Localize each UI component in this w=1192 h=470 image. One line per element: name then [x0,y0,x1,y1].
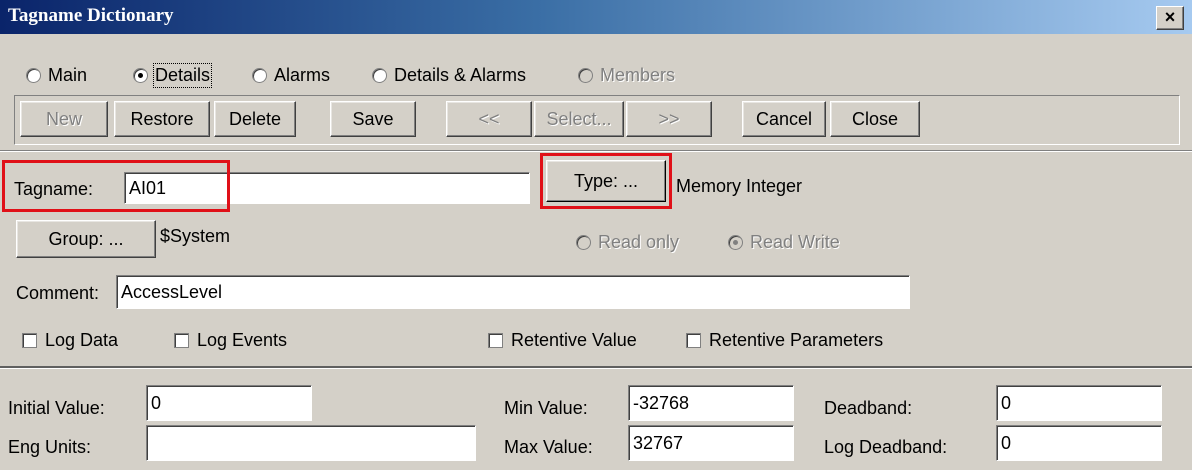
eng-units-input[interactable] [146,425,476,461]
eng-units-label: Eng Units: [8,437,92,457]
min-value-label: Min Value: [504,398,588,418]
group-value: $System [160,226,231,246]
read-write-radio[interactable]: Read Write [728,232,840,253]
restore-button[interactable]: Restore [114,101,210,137]
select-button[interactable]: Select... [534,101,624,137]
comment-input[interactable] [116,275,910,309]
max-value-label: Max Value: [504,437,593,457]
tagname-label: Tagname: [14,179,94,199]
radio-icon [26,68,41,83]
checkbox-icon [488,333,503,348]
comment-label: Comment: [16,283,100,303]
view-radio-details[interactable]: Details [133,63,213,88]
deadband-label: Deadband: [824,398,913,418]
max-value-input[interactable] [628,425,794,461]
separator [0,366,1192,369]
view-radio-members[interactable]: Members [578,65,675,86]
log-events-checkbox[interactable]: Log Events [174,330,287,351]
delete-button[interactable]: Delete [214,101,296,137]
checkbox-icon [686,333,701,348]
window-title: Tagname Dictionary [8,5,174,26]
view-radio-alarms[interactable]: Alarms [252,65,330,86]
new-button[interactable]: New [20,101,108,137]
separator [0,150,1192,152]
title-bar: Tagname Dictionary × [0,0,1192,34]
view-radio-details-alarms[interactable]: Details & Alarms [372,65,526,86]
close-window-button[interactable]: × [1156,6,1184,30]
tag-type-value: Memory Integer [676,176,803,196]
next-button[interactable]: >> [626,101,712,137]
log-data-checkbox[interactable]: Log Data [22,330,118,351]
read-only-radio[interactable]: Read only [576,232,679,253]
retentive-parameters-checkbox[interactable]: Retentive Parameters [686,330,883,351]
checkbox-icon [22,333,37,348]
deadband-input[interactable] [996,385,1162,421]
close-button[interactable]: Close [830,101,920,137]
min-value-input[interactable] [628,385,794,421]
checkbox-icon [174,333,189,348]
tagname-dictionary-window: Tagname Dictionary × Main Details Alarms… [0,0,1192,470]
log-deadband-label: Log Deadband: [824,437,948,457]
close-icon: × [1164,7,1176,27]
save-button[interactable]: Save [330,101,416,137]
radio-selected-icon [133,68,148,83]
initial-value-label: Initial Value: [8,398,105,418]
tagname-input[interactable] [124,172,530,204]
view-radio-main[interactable]: Main [26,65,87,86]
previous-button[interactable]: << [446,101,532,137]
type-button[interactable]: Type: ... [546,160,666,202]
radio-icon [372,68,387,83]
radio-selected-icon [728,235,743,250]
group-button[interactable]: Group: ... [16,220,156,258]
initial-value-input[interactable] [146,385,312,421]
radio-icon [576,235,591,250]
radio-icon [252,68,267,83]
retentive-value-checkbox[interactable]: Retentive Value [488,330,637,351]
radio-icon [578,68,593,83]
cancel-button[interactable]: Cancel [742,101,826,137]
log-deadband-input[interactable] [996,425,1162,461]
